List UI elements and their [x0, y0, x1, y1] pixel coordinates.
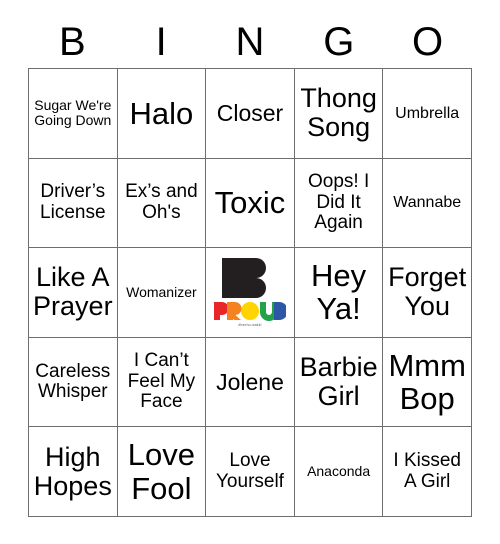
bingo-cell-label: Hey Ya!: [311, 258, 367, 327]
bingo-cell-label: Thong Song: [300, 83, 377, 143]
bingo-cell-r1c2[interactable]: Halo: [117, 69, 207, 159]
header-letter-i: I: [155, 20, 167, 64]
bingo-cell-r1c3[interactable]: Closer: [206, 69, 295, 159]
bingo-cell-label: Like A Prayer: [33, 262, 113, 322]
bingo-cell-label: I Kissed A Girl: [393, 450, 461, 492]
bingo-cell-label: Love Yourself: [216, 450, 284, 492]
bingo-cell-r3c4[interactable]: Hey Ya!: [294, 248, 384, 338]
bingo-cell-r5c2[interactable]: Love Fool: [117, 427, 207, 517]
bingo-cell-r2c3[interactable]: Toxic: [206, 158, 295, 249]
bingo-cell-r3c1[interactable]: Like A Prayer: [29, 248, 118, 338]
bingo-cell-label: Halo: [129, 95, 194, 131]
bingo-cell-r1c5[interactable]: Umbrella: [383, 69, 472, 159]
bingo-cell-r5c4[interactable]: Anaconda: [294, 427, 384, 517]
bingo-cell-r3c2[interactable]: Womanizer: [117, 248, 207, 338]
bingo-cell-label: Ex’s and Oh's: [125, 181, 198, 223]
bingo-cell-r4c5[interactable]: Mmm Bop: [383, 337, 472, 428]
bingo-cell-label: Driver’s License: [40, 181, 106, 223]
bingo-cell-label: I Can’t Feel My Face: [127, 350, 196, 413]
header-letter-b: B: [59, 20, 86, 64]
bingo-cell-label: Wannabe: [393, 194, 462, 212]
bingo-cell-label: Sugar We're Going Down: [34, 97, 112, 129]
bingo-cell-r2c5[interactable]: Wannabe: [383, 158, 472, 249]
bingo-cell-label: Anaconda: [307, 463, 371, 480]
bingo-cell-r4c2[interactable]: I Can’t Feel My Face: [117, 337, 207, 428]
bingo-cell-r1c1[interactable]: Sugar We're Going Down: [29, 69, 118, 159]
bingo-cell-label: Forget You: [388, 262, 467, 322]
bingo-cell-r2c2[interactable]: Ex’s and Oh's: [117, 158, 207, 249]
bingo-cell-label: Barbie Girl: [299, 351, 378, 412]
bingo-cell-r4c1[interactable]: Careless Whisper: [29, 337, 118, 428]
bingo-cell-free-space[interactable]: #bechu-wakki: [206, 248, 295, 338]
bingo-cell-r3c5[interactable]: Forget You: [383, 248, 472, 338]
bingo-cell-label: Careless Whisper: [35, 360, 111, 403]
bingo-cell-label: Mmm Bop: [388, 347, 466, 417]
bingo-cell-label: Love Fool: [127, 437, 195, 506]
bingo-cell-r4c4[interactable]: Barbie Girl: [294, 337, 384, 428]
bingo-header-row: B I N G O: [28, 18, 472, 66]
header-letter-n: N: [235, 20, 265, 64]
logo-tagline: #bechu-wakki: [238, 323, 262, 328]
bingo-cell-r1c4[interactable]: Thong Song: [294, 69, 384, 159]
bingo-cell-label: High Hopes: [33, 441, 112, 501]
bingo-cell-r2c4[interactable]: Oops! I Did It Again: [294, 158, 384, 249]
bingo-cell-label: Umbrella: [395, 104, 460, 122]
bingo-cell-r4c3[interactable]: Jolene: [206, 337, 295, 428]
bingo-cell-label: Oops! I Did It Again: [307, 171, 370, 234]
bingo-grid: Sugar We're Going Down Halo Closer Thong…: [28, 68, 472, 517]
bingo-cell-label: Toxic: [214, 185, 286, 221]
bingo-cell-r2c1[interactable]: Driver’s License: [29, 158, 118, 249]
bingo-cell-r5c1[interactable]: High Hopes: [29, 427, 118, 517]
bingo-cell-label: Womanizer: [126, 283, 197, 300]
bingo-cell-r5c3[interactable]: Love Yourself: [206, 427, 295, 517]
bingo-card: B I N G O Sugar We're Going Down Halo Cl…: [0, 0, 500, 544]
header-letter-o: O: [412, 20, 444, 64]
b-proud-logo: #bechu-wakki: [206, 248, 294, 337]
logo-letter-b-icon: [221, 258, 266, 299]
bingo-cell-r5c5[interactable]: I Kissed A Girl: [383, 427, 472, 517]
bingo-cell-label: Jolene: [216, 368, 284, 395]
logo-word-proud-icon: [213, 302, 286, 322]
bingo-cell-label: Closer: [216, 99, 284, 126]
header-letter-g: G: [323, 20, 355, 64]
